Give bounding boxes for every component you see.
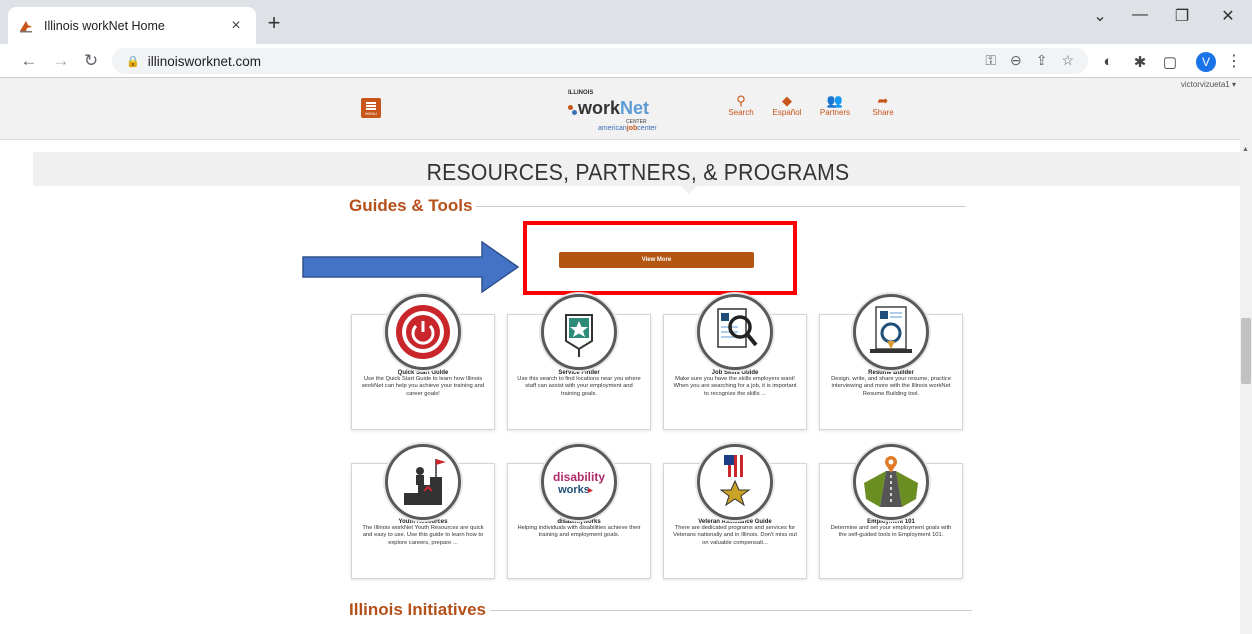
road-location-icon bbox=[853, 444, 929, 520]
header-espanol-link[interactable]: ◆ Español bbox=[767, 93, 807, 118]
browser-menu-icon[interactable]: ⋮ bbox=[1226, 51, 1242, 71]
card-description: Use this search to find locations near y… bbox=[517, 376, 641, 397]
side-panel-icon[interactable]: ▢ bbox=[1160, 53, 1180, 71]
illinois-worknet-logo[interactable]: ILLINOIS workNet CENTER americanjobcente… bbox=[568, 90, 708, 134]
lock-icon: 🔒 bbox=[126, 55, 140, 68]
menu-button[interactable]: MENU bbox=[361, 98, 381, 118]
browser-tab[interactable]: Illinois workNet Home × bbox=[8, 7, 256, 44]
annotation-arrow-icon bbox=[302, 241, 520, 293]
page-scrollbar[interactable]: ▲ bbox=[1240, 78, 1252, 634]
youth-stairs-icon bbox=[385, 444, 461, 520]
profile-avatar[interactable]: V bbox=[1196, 52, 1216, 72]
magnifier-document-icon bbox=[697, 294, 773, 370]
new-tab-button[interactable]: + bbox=[262, 10, 286, 36]
menu-label: MENU bbox=[365, 111, 377, 116]
url-bar[interactable]: 🔒 illinoisworknet.com ⚿ ⊖ ⇪ ☆ bbox=[112, 48, 1088, 74]
minimize-icon[interactable]: — bbox=[1120, 6, 1160, 24]
section-banner: RESOURCES, PARTNERS, & PROGRAMS bbox=[33, 152, 1240, 194]
address-bar-row: ← → ↻ 🔒 illinoisworknet.com ⚿ ⊖ ⇪ ☆ ◐ ✱ … bbox=[0, 44, 1252, 78]
close-window-icon[interactable]: ✕ bbox=[1208, 6, 1248, 26]
header-search-link[interactable]: ⚲ Search bbox=[721, 93, 761, 118]
language-icon: ◆ bbox=[782, 93, 792, 108]
back-icon[interactable]: ← bbox=[18, 51, 40, 71]
guides-tools-heading: Guides & Tools bbox=[349, 196, 967, 216]
forward-icon[interactable]: → bbox=[50, 51, 72, 71]
extensions-puzzle-icon[interactable]: ✱ bbox=[1130, 53, 1150, 71]
illinois-initiatives-heading: Illinois Initiatives bbox=[349, 600, 972, 620]
logo-work-text: work bbox=[578, 98, 621, 118]
reload-icon[interactable]: ↻ bbox=[80, 51, 102, 71]
works-logo-text: works bbox=[557, 484, 590, 496]
card-description: Design, write, and share your resume, pr… bbox=[831, 376, 951, 397]
card-description: Determine and set your employment goals … bbox=[830, 525, 952, 539]
view-more-button[interactable]: View More bbox=[559, 252, 754, 268]
american-job-center-text: americanjobcenter bbox=[598, 125, 657, 132]
website-content: MENU ILLINOIS workNet CENTER americanjob… bbox=[0, 78, 1240, 634]
site-header: MENU ILLINOIS workNet CENTER americanjob… bbox=[0, 78, 1240, 140]
card-description: Use the Quick Start Guide to learn how I… bbox=[361, 376, 485, 397]
key-icon[interactable]: ⚿ bbox=[985, 52, 996, 69]
scrollbar-thumb[interactable] bbox=[1241, 318, 1251, 384]
tab-search-chevron-icon[interactable]: ⌄ bbox=[1080, 6, 1120, 26]
header-share-link[interactable]: ➦ Share bbox=[863, 93, 903, 118]
browser-tab-strip: Illinois workNet Home × + ⌄ — ❐ ✕ bbox=[0, 0, 1252, 44]
page-title: RESOURCES, PARTNERS, & PROGRAMS bbox=[426, 159, 850, 185]
location-star-icon bbox=[541, 294, 617, 370]
tab-close-icon[interactable]: × bbox=[226, 17, 246, 35]
extension-icon[interactable]: ◐ bbox=[1098, 53, 1118, 70]
scroll-up-arrow-icon[interactable]: ▲ bbox=[1242, 146, 1249, 153]
logo-illinois-text: ILLINOIS bbox=[568, 90, 594, 96]
power-icon bbox=[385, 294, 461, 370]
bookmark-star-icon[interactable]: ☆ bbox=[1061, 52, 1074, 69]
share-icon: ➦ bbox=[877, 93, 889, 108]
card-description: The Illinois workNet Youth Resources are… bbox=[362, 525, 484, 546]
card-description: Helping individuals with disabilities ac… bbox=[517, 525, 641, 539]
search-icon: ⚲ bbox=[736, 93, 746, 108]
url-text: illinoisworknet.com bbox=[147, 53, 261, 69]
card-description: There are dedicated programs and service… bbox=[673, 525, 797, 546]
site-favicon-icon bbox=[18, 18, 34, 34]
disability-logo-text: disability bbox=[553, 470, 605, 484]
veteran-flag-star-icon bbox=[697, 444, 773, 520]
share-page-icon[interactable]: ⇪ bbox=[1036, 52, 1048, 69]
zoom-icon[interactable]: ⊖ bbox=[1010, 52, 1022, 69]
tab-title: Illinois workNet Home bbox=[44, 18, 165, 33]
partners-icon: 👥 bbox=[826, 93, 844, 108]
user-account-menu[interactable]: victorvizueta1 ▾ bbox=[1181, 80, 1236, 89]
restore-icon[interactable]: ❐ bbox=[1162, 6, 1202, 26]
card-description: Make sure you have the skills employers … bbox=[673, 376, 797, 397]
logo-net-text: Net bbox=[620, 98, 650, 118]
header-partners-link[interactable]: 👥 Partners bbox=[815, 93, 855, 118]
disabilityworks-logo-icon: disability works bbox=[541, 444, 617, 520]
resume-icon bbox=[853, 294, 929, 370]
